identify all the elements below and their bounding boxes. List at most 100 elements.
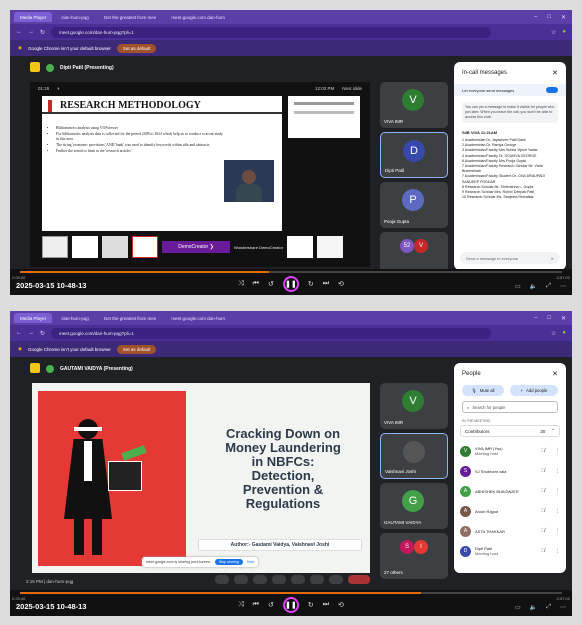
participant-tile[interactable]: G GAUTAMI VAIDYA [380,483,448,529]
pause-button[interactable]: ❚❚ [282,597,299,613]
close-icon[interactable]: ✕ [561,315,566,322]
contributors-header[interactable]: Contributors 30 ⌃ [460,425,560,437]
next-icon[interactable]: ⏭ [323,601,329,609]
slide-thumbnail[interactable] [42,236,68,258]
more-options-button[interactable] [329,575,343,584]
more-vert-icon[interactable]: ⋮ [555,548,560,554]
forward-icon[interactable]: ↻ [308,280,314,288]
pause-icon[interactable]: ⏸ [57,86,59,91]
tab-media-player[interactable]: Media Player [14,12,53,22]
captions-button[interactable] [253,575,267,584]
present-button[interactable] [291,575,305,584]
star-icon[interactable]: ☆ [551,330,556,337]
mic-off-icon[interactable]: 🎙̸ [541,488,545,494]
previous-icon[interactable]: ⏮ [253,280,259,288]
leave-call-button[interactable] [348,575,370,584]
profile-icon[interactable]: ● [562,330,566,336]
mic-off-icon[interactable]: 🎙̸ [541,468,545,474]
forward-icon[interactable]: → [28,29,34,35]
next-icon[interactable]: ⏭ [323,280,329,288]
tab-meet-2[interactable]: meet.google.com dan-hum [165,313,231,323]
repeat-icon[interactable]: ⟲ [338,280,344,288]
more-icon[interactable]: ⋯ [560,604,566,611]
camera-button[interactable] [234,575,248,584]
fullscreen-icon[interactable]: ⤢ [546,604,551,611]
set-default-button[interactable]: Set as default [116,344,157,354]
participant-tile[interactable]: D Dipti Patil [380,132,448,178]
close-icon[interactable]: ✕ [561,14,566,21]
slide-thumbnail[interactable] [102,236,128,258]
participant-tile[interactable]: P Pooja Gupta [380,182,448,228]
rewind-icon[interactable]: ↺ [268,601,274,609]
stop-sharing-button[interactable]: Stop sharing [214,559,243,565]
list-item[interactable]: A ASTA THAKKAR 🎙̸ ⋮ [460,521,560,541]
shuffle-icon[interactable]: ⤨ [238,280,244,288]
reload-icon[interactable]: ↻ [40,330,45,337]
close-icon[interactable]: ✕ [552,370,558,378]
list-item[interactable]: D Dipti Patil Meeting host 🎙̸ ⋮ [460,541,560,561]
participant-tile[interactable]: V VIVA IMR [380,383,448,429]
maximize-icon[interactable]: □ [547,14,551,21]
messages-toggle[interactable] [546,87,558,93]
mic-off-icon[interactable]: 🎙̸ [541,528,545,534]
slide-thumbnail[interactable] [317,236,344,258]
volume-icon[interactable]: 🔈 [530,283,537,290]
raise-hand-button[interactable] [310,575,324,584]
timeline[interactable] [20,271,562,273]
maximize-icon[interactable]: □ [547,315,551,322]
set-default-button[interactable]: Set as default [116,43,157,53]
participant-tile[interactable]: V VIVA IMR [380,82,448,128]
send-icon[interactable]: ➤ [551,256,554,261]
search-input[interactable]: ⌕ Search for people [462,401,558,413]
timeline[interactable] [20,592,562,594]
tab-meet[interactable]: clan-hum-pqg [55,313,95,323]
more-icon[interactable]: ⋯ [560,283,566,290]
list-item[interactable]: A ABHISHEK BHAGWATE 🎙̸ ⋮ [460,481,560,501]
slide-thumbnail[interactable] [132,236,158,258]
shuffle-icon[interactable]: ⤨ [238,601,244,609]
add-people-button[interactable]: + Add people [510,385,558,396]
more-vert-icon[interactable]: ⋮ [555,448,560,454]
minimize-icon[interactable]: – [534,315,537,322]
list-item[interactable]: A Arush Rajput 🎙̸ ⋮ [460,501,560,521]
previous-icon[interactable]: ⏮ [253,601,259,609]
miniplayer-icon[interactable]: ▭ [515,604,521,611]
list-item[interactable]: V VIVA IMR (You) Meeting host 🎙̸ ⋮ [460,441,560,461]
mic-off-icon[interactable]: 🎙̸ [541,448,545,454]
forward-icon[interactable]: ↻ [308,601,314,609]
forward-icon[interactable]: → [28,330,34,336]
back-icon[interactable]: ← [16,330,22,336]
slide-thumbnail[interactable] [287,236,314,258]
participant-tile[interactable]: Vaishnavi Joshi [380,433,448,479]
more-vert-icon[interactable]: ⋮ [555,508,560,514]
mute-all-button[interactable]: 🎙 Mute all [462,385,504,396]
tab-media-player[interactable]: Media Player [14,313,53,323]
reload-icon[interactable]: ↻ [40,29,45,36]
hide-button[interactable]: Hide [247,560,254,564]
star-icon[interactable]: ☆ [551,29,556,36]
fullscreen-icon[interactable]: ⤢ [546,283,551,290]
tab-greatest[interactable]: Get the greatest from mee [98,313,163,323]
mic-off-icon[interactable]: 🎙̸ [541,548,545,554]
slide-thumbnail[interactable] [72,236,98,258]
profile-icon[interactable]: ● [562,29,566,35]
list-item[interactable]: S SJ Shubham vala 🎙̸ ⋮ [460,461,560,481]
mic-off-icon[interactable]: 🎙̸ [541,508,545,514]
more-vert-icon[interactable]: ⋮ [555,488,560,494]
url-field[interactable]: meet.google.com/dan-hum-pqg?pli=1 [51,327,492,339]
back-icon[interactable]: ← [16,29,22,35]
miniplayer-icon[interactable]: ▭ [515,283,521,290]
url-field[interactable]: meet.google.com/dan-hum-pqg?pli=1 [51,26,492,38]
pause-button[interactable]: ❚❚ [282,276,299,292]
rewind-icon[interactable]: ↺ [268,280,274,288]
tab-meet[interactable]: clan-hum-pqg [55,12,95,22]
mic-button[interactable] [215,575,229,584]
more-vert-icon[interactable]: ⋮ [555,528,560,534]
repeat-icon[interactable]: ⟲ [338,601,344,609]
participant-tile[interactable]: S I 27 others [380,533,448,579]
close-icon[interactable]: ✕ [552,69,558,77]
volume-icon[interactable]: 🔈 [530,604,537,611]
minimize-icon[interactable]: – [534,14,537,21]
emoji-button[interactable] [272,575,286,584]
tab-greatest[interactable]: Get the greatest from mee [98,12,163,22]
